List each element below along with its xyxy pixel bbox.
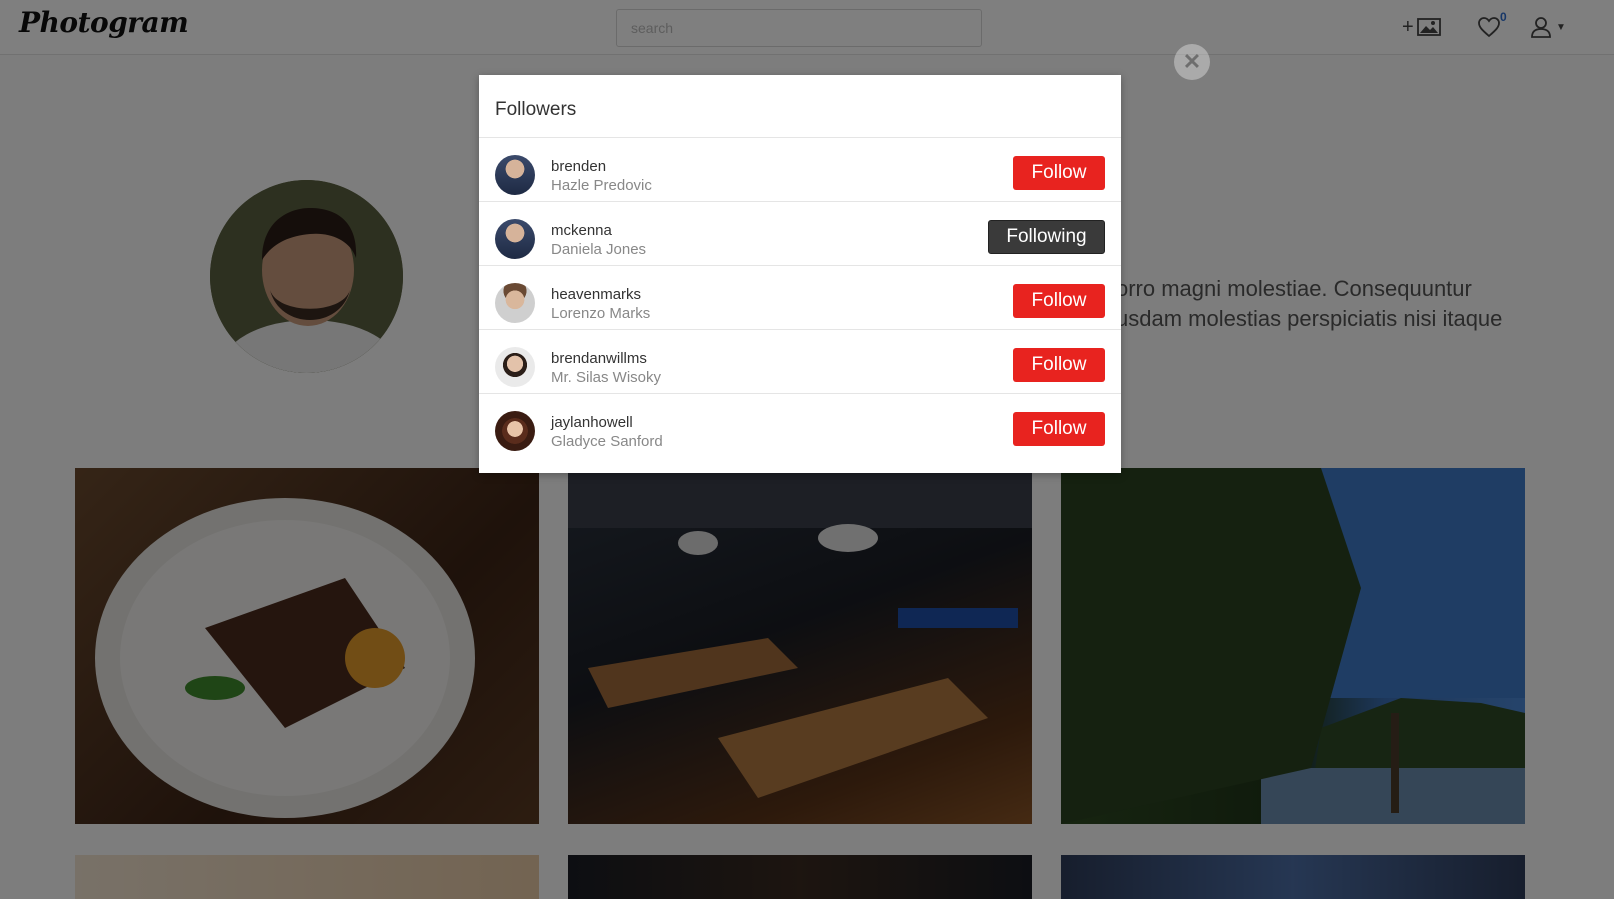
following-button[interactable]: Following [988,220,1105,254]
follow-button[interactable]: Follow [1013,348,1105,382]
username[interactable]: brendanwillms [551,349,661,368]
full-name: Hazle Predovic [551,177,652,194]
follower-row: jaylanhowell Gladyce Sanford Follow [479,394,1121,458]
follow-button[interactable]: Follow [1013,412,1105,446]
modal-title: Followers [479,75,1121,138]
follower-names: heavenmarks Lorenzo Marks [551,285,650,324]
follower-names: brenden Hazle Predovic [551,157,652,196]
username[interactable]: brenden [551,157,652,176]
follower-names: jaylanhowell Gladyce Sanford [551,413,663,452]
follower-row: brenden Hazle Predovic Follow [479,138,1121,202]
close-modal-button[interactable]: ✕ [1174,44,1210,80]
follow-button[interactable]: Follow [1013,284,1105,318]
username[interactable]: jaylanhowell [551,413,663,432]
username[interactable]: heavenmarks [551,285,650,304]
avatar[interactable] [495,283,535,323]
avatar[interactable] [495,155,535,195]
avatar[interactable] [495,411,535,451]
username[interactable]: mckenna [551,221,646,240]
full-name: Mr. Silas Wisoky [551,369,662,386]
follower-names: mckenna Daniela Jones [551,221,646,260]
full-name: Daniela Jones [551,241,647,258]
follower-row: mckenna Daniela Jones Following [479,202,1121,266]
followers-modal: Followers brenden Hazle Predovic Follow … [479,75,1121,473]
full-name: Gladyce Sanford [551,433,663,450]
avatar[interactable] [495,219,535,259]
follower-row: heavenmarks Lorenzo Marks Follow [479,266,1121,330]
follow-button[interactable]: Follow [1013,156,1105,190]
close-icon: ✕ [1182,49,1202,74]
full-name: Lorenzo Marks [551,305,651,322]
follower-names: brendanwillms Mr. Silas Wisoky [551,349,661,388]
avatar[interactable] [495,347,535,387]
follower-row: brendanwillms Mr. Silas Wisoky Follow [479,330,1121,394]
